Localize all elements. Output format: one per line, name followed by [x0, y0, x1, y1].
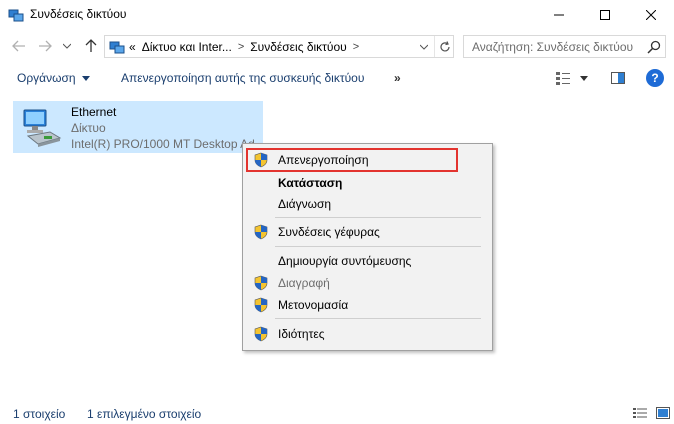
search-input[interactable]: Αναζήτηση: Συνδέσεις δικτύου	[463, 35, 666, 58]
adapter-device: Intel(R) PRO/1000 MT Desktop Ad...	[71, 137, 261, 151]
network-adapter-ethernet[interactable]: Ethernet Δίκτυο Intel(R) PRO/1000 MT Des…	[13, 101, 263, 153]
shield-icon	[254, 275, 268, 291]
breadcrumb-item-network[interactable]: Δίκτυο και Inter...	[142, 40, 232, 54]
shield-icon	[254, 152, 268, 168]
menu-item-delete: Διαγραφή	[245, 272, 490, 294]
shield-icon	[254, 224, 268, 240]
menu-label: Ιδιότητες	[278, 327, 325, 341]
back-button[interactable]	[10, 37, 28, 55]
chevron-right-icon[interactable]: >	[353, 41, 359, 53]
menu-separator	[275, 318, 481, 319]
minimize-button[interactable]	[536, 0, 582, 30]
shield-icon	[254, 326, 268, 342]
view-options-button[interactable]	[578, 70, 590, 86]
menu-label: Διαγραφή	[278, 276, 330, 290]
caret-down-icon	[81, 75, 90, 81]
menu-label: Κατάσταση	[278, 176, 343, 190]
menu-item-bridge[interactable]: Συνδέσεις γέφυρας	[245, 221, 490, 243]
minimize-icon	[554, 14, 564, 16]
chevron-down-icon	[63, 43, 71, 49]
navigation-bar: « Δίκτυο και Inter... > Συνδέσεις δικτύο…	[0, 30, 674, 62]
adapter-network: Δίκτυο	[71, 121, 106, 135]
menu-item-create-shortcut[interactable]: Δημιουργία συντόμευσης	[245, 250, 490, 272]
search-placeholder: Αναζήτηση: Συνδέσεις δικτύου	[472, 40, 634, 54]
disable-device-button[interactable]: Απενεργοποίηση αυτής της συσκευής δικτύο…	[121, 71, 364, 85]
network-connections-icon	[109, 41, 125, 54]
context-menu: Απενεργοποίηση Κατάσταση Διάγνωση Συνδέσ…	[242, 143, 493, 351]
refresh-icon	[439, 40, 450, 51]
menu-item-diagnose[interactable]: Διάγνωση	[245, 193, 490, 215]
menu-item-properties[interactable]: Ιδιότητες	[245, 323, 490, 345]
arrow-left-icon	[12, 40, 25, 52]
status-bar: 1 στοιχείο 1 επιλεγμένο στοιχείο	[0, 402, 674, 424]
menu-label: Συνδέσεις γέφυρας	[278, 225, 380, 239]
arrow-up-icon	[85, 39, 97, 52]
up-button[interactable]	[82, 37, 100, 55]
details-view-icon[interactable]	[633, 407, 647, 419]
menu-item-status[interactable]: Κατάσταση	[245, 172, 490, 194]
menu-separator	[275, 246, 481, 247]
shield-icon	[254, 297, 268, 313]
address-history-button[interactable]	[415, 36, 433, 57]
refresh-button[interactable]	[434, 36, 454, 57]
chevron-right-icon[interactable]: >	[238, 41, 244, 53]
tiles-view-icon[interactable]	[656, 407, 670, 419]
menu-item-rename[interactable]: Μετονομασία	[245, 294, 490, 316]
help-button[interactable]: ?	[646, 69, 664, 87]
command-bar: Οργάνωση Απενεργοποίηση αυτής της συσκευ…	[0, 62, 674, 94]
title-bar: Συνδέσεις δικτύου	[0, 0, 674, 30]
recent-locations-button[interactable]	[61, 37, 73, 55]
breadcrumb-item-connections[interactable]: Συνδέσεις δικτύου	[250, 40, 346, 54]
menu-item-disable[interactable]: Απενεργοποίηση	[245, 149, 490, 171]
adapter-name: Ethernet	[71, 105, 117, 119]
menu-label: Διάγνωση	[278, 197, 332, 211]
close-icon	[646, 10, 656, 20]
caret-down-icon	[580, 75, 588, 81]
menu-label: Μετονομασία	[278, 298, 349, 312]
menu-label: Απενεργοποίηση	[278, 153, 369, 167]
network-connections-icon	[8, 9, 24, 22]
arrow-right-icon	[39, 40, 52, 52]
search-icon	[647, 40, 661, 54]
address-bar[interactable]: « Δίκτυο και Inter... > Συνδέσεις δικτύο…	[104, 35, 454, 58]
organize-label: Οργάνωση	[17, 71, 76, 85]
preview-pane-icon[interactable]	[610, 70, 626, 86]
breadcrumb: « Δίκτυο και Inter... > Συνδέσεις δικτύο…	[129, 40, 359, 54]
more-commands-button[interactable]: »	[394, 71, 401, 85]
menu-label: Δημιουργία συντόμευσης	[278, 254, 412, 268]
maximize-button[interactable]	[582, 0, 628, 30]
network-adapter-icon	[23, 109, 62, 147]
close-button[interactable]	[628, 0, 674, 30]
breadcrumb-overflow[interactable]: «	[129, 40, 136, 54]
menu-separator	[275, 217, 481, 218]
maximize-icon	[600, 10, 610, 20]
window-title: Συνδέσεις δικτύου	[30, 7, 127, 21]
organize-button[interactable]: Οργάνωση	[17, 71, 90, 85]
item-count: 1 στοιχείο	[13, 407, 66, 421]
forward-button[interactable]	[36, 37, 54, 55]
chevron-down-icon	[420, 44, 428, 50]
change-view-icon[interactable]	[555, 70, 571, 86]
selected-count: 1 επιλεγμένο στοιχείο	[87, 407, 202, 421]
